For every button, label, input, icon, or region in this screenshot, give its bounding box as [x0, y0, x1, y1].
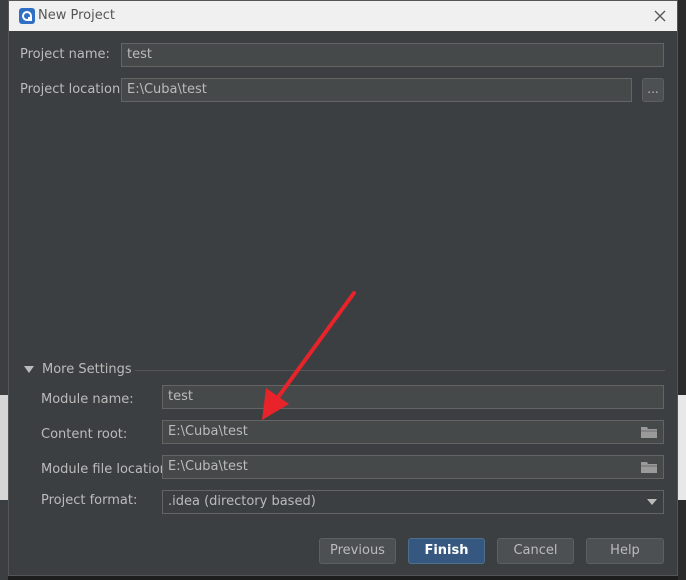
project-location-label: Project location:	[20, 82, 125, 97]
app-logo-icon	[19, 8, 35, 24]
help-button[interactable]: Help	[586, 538, 664, 564]
module-name-input[interactable]: test	[162, 385, 664, 409]
background-window-left-fragment	[0, 395, 8, 500]
module-file-location-label: Module file location:	[41, 462, 173, 477]
project-location-input[interactable]: E:\Cuba\test	[121, 78, 632, 102]
cancel-button[interactable]: Cancel	[497, 538, 574, 564]
content-root-input[interactable]: E:\Cuba\test	[162, 420, 664, 444]
close-icon	[654, 10, 666, 22]
browse-location-button[interactable]: ...	[642, 78, 664, 102]
window-title: New Project	[38, 8, 115, 23]
module-file-location-input[interactable]: E:\Cuba\test	[162, 455, 664, 479]
expand-triangle-icon	[24, 366, 34, 373]
dropdown-arrow-icon	[647, 499, 657, 505]
folder-icon[interactable]	[641, 461, 657, 473]
module-name-label: Module name:	[41, 392, 134, 407]
previous-button[interactable]: Previous	[319, 538, 396, 564]
more-settings-toggle[interactable]: More Settings	[24, 362, 665, 380]
new-project-dialog: New Project Project name: test Project l…	[8, 0, 678, 576]
module-file-location-value: E:\Cuba\test	[168, 459, 248, 474]
content-root-value: E:\Cuba\test	[168, 424, 248, 439]
folder-icon[interactable]	[641, 426, 657, 438]
section-divider	[135, 370, 665, 371]
close-button[interactable]	[649, 5, 671, 27]
project-format-label: Project format:	[41, 493, 138, 508]
finish-button[interactable]: Finish	[408, 538, 485, 564]
title-bar: New Project	[9, 1, 677, 31]
project-format-value: .idea (directory based)	[168, 494, 316, 509]
more-settings-title: More Settings	[42, 362, 132, 377]
content-root-label: Content root:	[41, 427, 128, 442]
project-name-input[interactable]: test	[121, 43, 664, 67]
project-format-select[interactable]: .idea (directory based)	[162, 490, 664, 514]
background-window-right-fragment	[678, 395, 686, 500]
project-name-label: Project name:	[20, 47, 110, 62]
